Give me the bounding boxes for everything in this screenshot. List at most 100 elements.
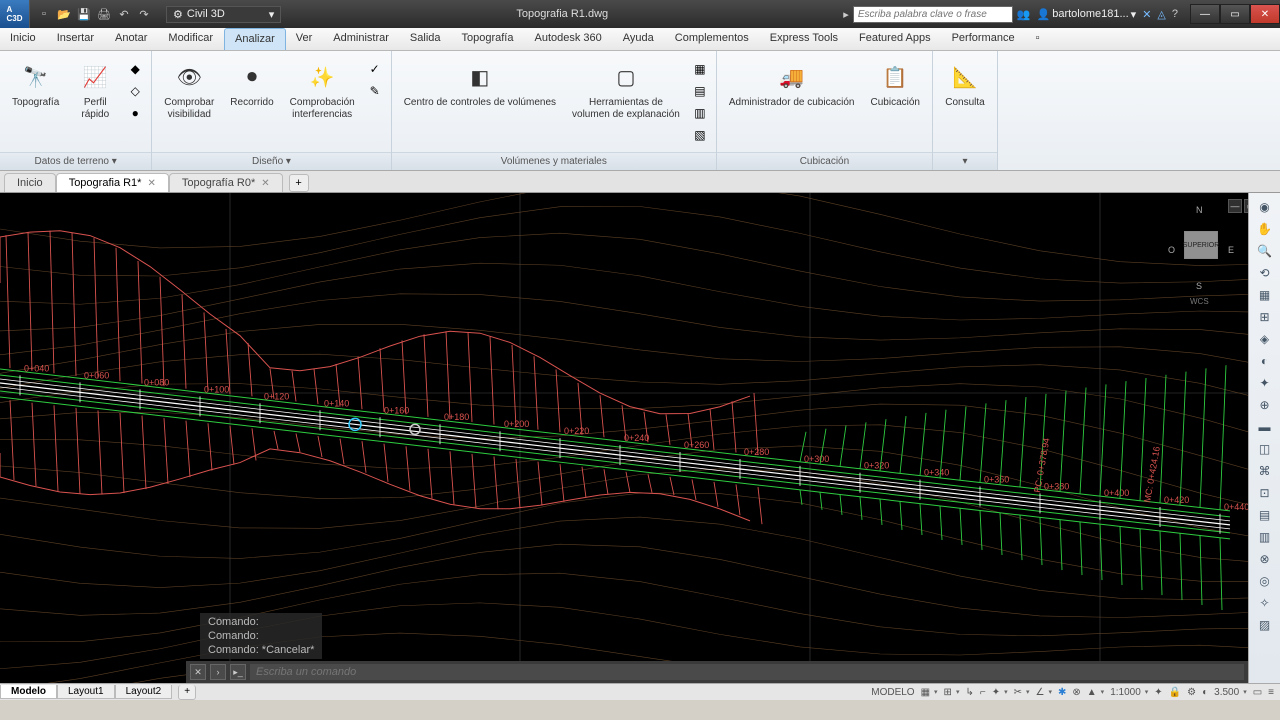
document-tab[interactable]: Topografia R1*✕ <box>56 173 169 192</box>
mini-button[interactable]: ◆ <box>125 59 145 79</box>
command-input[interactable] <box>250 664 1244 680</box>
viewcube-s[interactable]: S <box>1196 281 1202 291</box>
ribbon-button[interactable]: ✨Comprobacióninterferencias <box>284 55 361 123</box>
maximize-button[interactable]: ▭ <box>1220 4 1250 24</box>
help-icon[interactable]: ? <box>1172 8 1178 20</box>
mini-button[interactable]: ✓ <box>365 59 385 79</box>
menu-tab-modificar[interactable]: Modificar <box>158 28 224 50</box>
viewcube-face[interactable]: SUPERIOR <box>1184 231 1218 259</box>
menu-tab-ver[interactable]: Ver <box>286 28 324 50</box>
orbit-icon[interactable]: ⟲ <box>1254 263 1276 283</box>
mini-button[interactable]: ▧ <box>690 125 710 145</box>
tool-icon[interactable]: ⊗ <box>1254 549 1276 569</box>
menu-tab-analizar[interactable]: Analizar <box>224 28 286 50</box>
app-logo[interactable]: AC3D <box>0 0 30 28</box>
new-icon[interactable]: ▫ <box>36 6 52 22</box>
menu-tab-inicio[interactable]: Inicio <box>0 28 47 50</box>
ribbon-button[interactable]: ◧Centro de controles de volúmenes <box>398 55 562 111</box>
ortho-toggle[interactable]: ⌐ <box>980 687 986 698</box>
menu-tab-featured apps[interactable]: Featured Apps <box>849 28 942 50</box>
ribbon-button[interactable]: 🚚Administrador de cubicación <box>723 55 861 111</box>
ribbon-button[interactable]: 📈Perfilrápido <box>69 55 121 123</box>
cmd-recent-icon[interactable]: › <box>210 664 226 680</box>
user-menu[interactable]: 👤 bartolome181... ▾ <box>1037 8 1137 21</box>
snap-toggle[interactable]: ⊞ <box>944 687 960 698</box>
grid-toggle[interactable]: ▦ <box>921 687 938 698</box>
viewcube-n[interactable]: N <box>1196 205 1203 215</box>
tool-icon[interactable]: ⌘ <box>1254 461 1276 481</box>
clean-icon[interactable]: ▭ <box>1253 687 1262 698</box>
tool-icon[interactable]: ◐ <box>1254 351 1276 371</box>
dynamic-toggle[interactable]: ✱ <box>1058 687 1066 698</box>
layout-tab[interactable]: Modelo <box>0 685 57 699</box>
cmd-close-icon[interactable]: ✕ <box>190 664 206 680</box>
panel-title[interactable]: Diseño ▾ <box>152 152 390 170</box>
showmotion-icon[interactable]: ▦ <box>1254 285 1276 305</box>
cmd-prompt-icon[interactable]: ▸_ <box>230 664 246 680</box>
close-tab-icon[interactable]: ✕ <box>147 178 155 189</box>
tool-icon[interactable]: ▤ <box>1254 505 1276 525</box>
mini-button[interactable]: ▦ <box>690 59 710 79</box>
viewcube-wcs[interactable]: WCS <box>1190 297 1209 306</box>
zoom-icon[interactable]: 🔍 <box>1254 241 1276 261</box>
tool-icon[interactable]: ◈ <box>1254 329 1276 349</box>
tool-icon[interactable]: ⊞ <box>1254 307 1276 327</box>
mini-button[interactable]: ◇ <box>125 81 145 101</box>
perf-icon[interactable]: ◐ <box>1202 687 1208 698</box>
open-icon[interactable]: 📂 <box>56 6 72 22</box>
panel-title[interactable]: ▾ <box>933 152 997 170</box>
nav-wheel-icon[interactable]: ◉ <box>1254 197 1276 217</box>
menu-tab-express tools[interactable]: Express Tools <box>760 28 849 50</box>
ribbon-button[interactable]: ⏺Recorrido <box>224 55 279 111</box>
tool-icon[interactable]: ◫ <box>1254 439 1276 459</box>
mini-button[interactable]: ✎ <box>365 81 385 101</box>
save-icon[interactable]: 💾 <box>76 6 92 22</box>
workspace-toggle[interactable]: ⚙ <box>1187 687 1196 698</box>
model-indicator[interactable]: MODELO <box>871 687 914 698</box>
panel-title[interactable]: Datos de terreno ▾ <box>0 152 151 170</box>
workspace-selector[interactable]: ⚙ Civil 3D ▾ <box>166 6 281 23</box>
drawing-canvas[interactable]: 0+0400+0600+0800+1000+1200+1400+1600+180… <box>0 193 1280 683</box>
polar-toggle[interactable]: ✦ <box>992 687 1008 698</box>
signin-icon[interactable]: 👥 <box>1017 8 1031 21</box>
menu-tab-autodesk 360[interactable]: Autodesk 360 <box>524 28 612 50</box>
mini-button[interactable]: ▤ <box>690 81 710 101</box>
tool-icon[interactable]: ✧ <box>1254 593 1276 613</box>
lineweight-toggle[interactable]: ⊗ <box>1072 687 1080 698</box>
tool-icon[interactable]: ▥ <box>1254 527 1276 547</box>
menu-tab-complementos[interactable]: Complementos <box>665 28 760 50</box>
lock-icon[interactable]: 🔒 <box>1169 687 1181 698</box>
cloud-icon[interactable]: ◬ <box>1157 8 1165 21</box>
customize-icon[interactable]: ≡ <box>1268 687 1274 698</box>
tool-icon[interactable]: ▬ <box>1254 417 1276 437</box>
ribbon-button[interactable]: 👁Comprobarvisibilidad <box>158 55 220 123</box>
menu-tab-insertar[interactable]: Insertar <box>47 28 105 50</box>
ribbon-button[interactable]: 🔭Topografía <box>6 55 65 111</box>
exchange-icon[interactable]: ✕ <box>1142 8 1151 21</box>
menu-tab-anotar[interactable]: Anotar <box>105 28 158 50</box>
search-input[interactable] <box>853 6 1013 23</box>
tool-icon[interactable]: ✦ <box>1254 373 1276 393</box>
mini-button[interactable]: ▥ <box>690 103 710 123</box>
tool-icon[interactable]: ▨ <box>1254 615 1276 635</box>
menu-tab-ayuda[interactable]: Ayuda <box>613 28 665 50</box>
view-cube[interactable]: N O E S SUPERIOR WCS <box>1166 201 1236 311</box>
layout-tab[interactable]: Layout2 <box>115 685 173 699</box>
infer-toggle[interactable]: ↳ <box>965 687 973 698</box>
ribbon-button[interactable]: ▢Herramientas devolumen de explanación <box>566 55 686 123</box>
ribbon-button[interactable]: 📐Consulta <box>939 55 991 111</box>
decimals-display[interactable]: 3.500 <box>1214 687 1247 698</box>
undo-icon[interactable]: ↶ <box>116 6 132 22</box>
panel-title[interactable]: Cubicación <box>717 152 932 170</box>
ribbon-button[interactable]: 📋Cubicación <box>865 55 926 111</box>
mini-button[interactable]: ● <box>125 103 145 123</box>
close-button[interactable]: ✕ <box>1250 4 1280 24</box>
redo-icon[interactable]: ↷ <box>136 6 152 22</box>
menu-tab-topografía[interactable]: Topografía <box>452 28 525 50</box>
menu-tab-performance[interactable]: Performance <box>942 28 1026 50</box>
transparency-toggle[interactable]: ▲ <box>1087 687 1104 698</box>
new-document-button[interactable]: + <box>289 174 309 192</box>
menu-tab-salida[interactable]: Salida <box>400 28 452 50</box>
document-tab[interactable]: Inicio <box>4 173 56 192</box>
tool-icon[interactable]: ◎ <box>1254 571 1276 591</box>
